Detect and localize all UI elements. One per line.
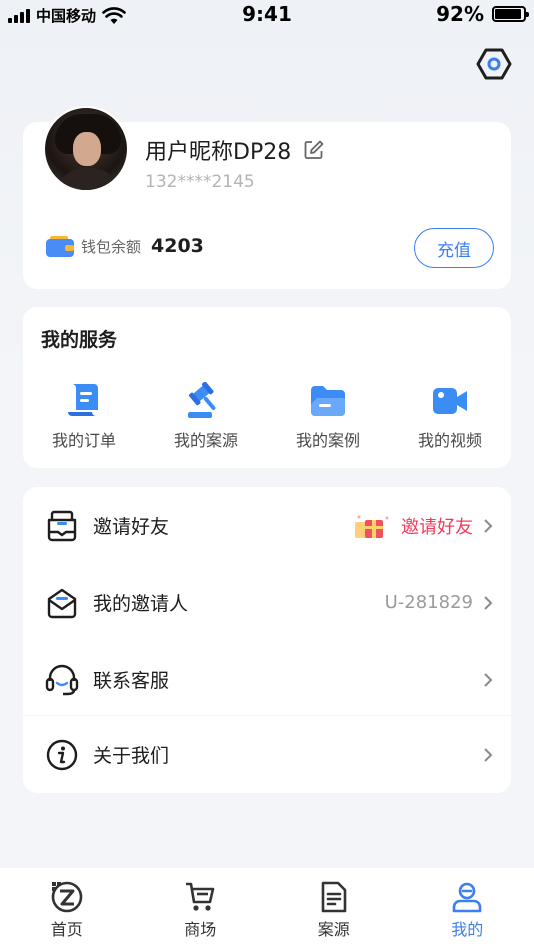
menu-label: 联系客服 [93, 670, 170, 692]
menu-label: 邀请好友 [93, 516, 170, 538]
gavel-icon [188, 382, 216, 418]
service-my-cases-source[interactable]: 我的案源 [145, 381, 267, 451]
menu-item-about-us[interactable]: 关于我们 [23, 716, 511, 793]
services-card: 我的服务 我的订单 我的案源 我的案例 我的视频 [23, 307, 511, 468]
wallet-label: 钱包余额 [81, 237, 142, 256]
headset-icon [45, 664, 79, 695]
service-my-cases[interactable]: 我的案例 [267, 381, 389, 451]
mail-icon [47, 588, 77, 618]
tab-label: 案源 [317, 920, 350, 939]
menu-label: 我的邀请人 [93, 593, 189, 615]
nickname-row: 用户昵称DP28 [145, 134, 325, 166]
folder-icon [311, 386, 345, 416]
invite-icon [47, 510, 77, 541]
menu-item-customer-service[interactable]: 联系客服 [23, 641, 511, 718]
order-icon [68, 384, 98, 416]
about-card: 关于我们 [23, 716, 511, 793]
cart-icon [186, 882, 215, 911]
chevron-right-icon [484, 595, 493, 610]
gift-icon [355, 515, 389, 538]
menu-card: 邀请好友 邀请好友 我的邀请人 U-281829 联系客服 [23, 487, 511, 715]
wallet-amount: 4203 [151, 235, 204, 257]
tab-home[interactable]: 首页 [0, 868, 134, 950]
nickname: 用户昵称DP28 [145, 140, 292, 165]
wallet-balance: 钱包余额 4203 [45, 234, 204, 258]
document-icon [321, 881, 347, 913]
tab-case-source[interactable]: 案源 [267, 868, 401, 950]
home-logo-icon [51, 881, 83, 913]
menu-item-invite-friends[interactable]: 邀请好友 邀请好友 [23, 487, 511, 564]
info-icon [46, 739, 78, 770]
edit-icon[interactable] [303, 139, 325, 161]
services-title: 我的服务 [41, 329, 118, 351]
phone-number: 132****2145 [145, 172, 255, 192]
chevron-right-icon [484, 672, 493, 687]
recharge-button[interactable]: 充值 [414, 228, 494, 268]
tab-mall[interactable]: 商场 [134, 868, 268, 950]
settings-hexagon-icon [476, 48, 512, 80]
tab-mine[interactable]: 我的 [401, 868, 534, 950]
service-label: 我的案源 [173, 431, 238, 450]
menu-label: 关于我们 [93, 745, 170, 767]
video-icon [433, 388, 467, 414]
chevron-right-icon [484, 518, 493, 533]
settings-button[interactable] [474, 44, 514, 84]
tab-bar: 首页 商场 案源 我的 [0, 868, 534, 950]
status-bar: 中国移动 9:41 92% [0, 0, 534, 30]
invite-friends-link[interactable]: 邀请好友 [401, 513, 473, 539]
tab-label: 商场 [184, 920, 217, 939]
service-my-videos[interactable]: 我的视频 [389, 381, 511, 451]
service-label: 我的订单 [51, 431, 116, 450]
battery-icon [492, 6, 529, 22]
inviter-id: U-281829 [384, 592, 473, 613]
avatar[interactable] [43, 106, 129, 192]
chevron-right-icon [484, 747, 493, 762]
menu-item-my-inviter[interactable]: 我的邀请人 U-281829 [23, 564, 511, 641]
tab-label: 我的 [451, 920, 484, 939]
service-my-orders[interactable]: 我的订单 [23, 381, 145, 451]
wallet-icon [46, 236, 74, 257]
tab-label: 首页 [50, 920, 83, 939]
service-label: 我的案例 [295, 431, 360, 450]
service-label: 我的视频 [417, 431, 482, 450]
user-icon [452, 882, 482, 913]
battery-percent: 92% [436, 2, 484, 26]
